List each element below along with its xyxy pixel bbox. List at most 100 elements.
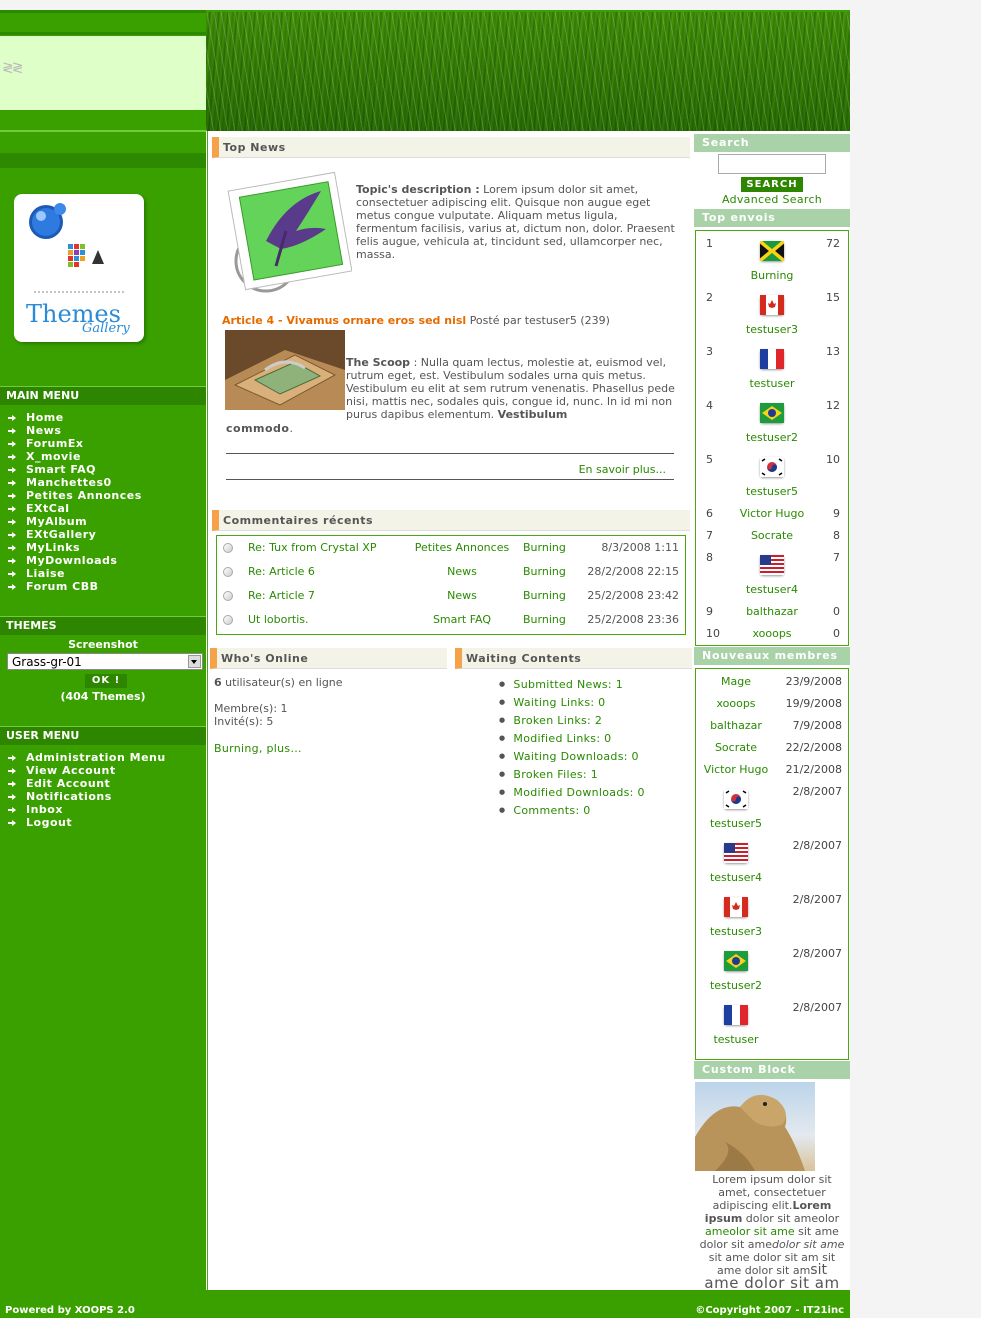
member-date: 2/8/2007 (792, 839, 842, 852)
user-menu-item-label: Administration Menu (26, 751, 166, 764)
scoop-end: commodo. (226, 422, 294, 435)
arrow-icon (8, 440, 18, 448)
arrow-icon (8, 505, 18, 513)
main-menu-item[interactable]: Petites Annonces (8, 489, 142, 502)
main-menu-item[interactable]: MyDownloads (8, 554, 142, 567)
main-menu-item[interactable]: Home (8, 411, 142, 424)
online-users-link[interactable]: Burning, plus... (214, 742, 302, 755)
member-name-link[interactable]: testuser2 (696, 979, 776, 992)
member-name-link[interactable]: Victor Hugo (696, 763, 776, 776)
poster-name-link[interactable]: testuser3 (696, 323, 848, 336)
main-menu-item[interactable]: News (8, 424, 142, 437)
member-name-link[interactable]: Mage (696, 675, 776, 688)
waiting-item[interactable]: Comments: 0 (499, 801, 645, 819)
member-date: 23/9/2008 (785, 675, 842, 688)
member-date: 19/9/2008 (785, 697, 842, 710)
member-name-link[interactable]: testuser (696, 1033, 776, 1046)
main-menu-item[interactable]: Forum CBB (8, 580, 142, 593)
main-menu-item[interactable]: MyAlbum (8, 515, 142, 528)
arrow-icon (8, 557, 18, 565)
poster-count: 13 (826, 345, 840, 358)
ok-button[interactable]: OK ! (85, 674, 127, 688)
comment-title-link[interactable]: Ut lobortis. (248, 613, 308, 626)
search-button[interactable]: SEARCH (741, 177, 803, 192)
top-poster-row: 9 0 balthazar (696, 599, 848, 621)
top-news-title: Top News (212, 137, 690, 158)
waiting-item[interactable]: Modified Downloads: 0 (499, 783, 645, 801)
poster-name-link[interactable]: Victor Hugo (696, 507, 848, 520)
arrow-icon (8, 544, 18, 552)
comment-module-link[interactable]: Smart FAQ (412, 613, 512, 626)
user-menu-item[interactable]: Logout (8, 816, 166, 829)
new-member-row: 2/8/2007 testuser (696, 995, 848, 1049)
member-name-link[interactable]: testuser4 (696, 871, 776, 884)
screenshot-link[interactable]: Screenshot (0, 638, 206, 651)
main-menu-item[interactable]: MyLinks (8, 541, 142, 554)
scoop-text: The Scoop : Nulla quam lectus, molestie … (346, 356, 681, 421)
advanced-search-link[interactable]: Advanced Search (694, 193, 850, 206)
waiting-item[interactable]: Modified Links: 0 (499, 729, 645, 747)
comment-title-link[interactable]: Re: Article 6 (248, 565, 315, 578)
comment-user-link[interactable]: Burning (523, 565, 566, 578)
user-menu-item[interactable]: Administration Menu (8, 751, 166, 764)
poster-name-link[interactable]: testuser5 (696, 485, 848, 498)
article-title-link[interactable]: Article 4 - Vivamus ornare eros sed nisl (222, 314, 466, 327)
arrow-icon (8, 531, 18, 539)
arrow-icon (8, 819, 18, 827)
poster-name-link[interactable]: testuser4 (696, 583, 848, 596)
arrow-icon (8, 466, 18, 474)
user-menu-item[interactable]: View Account (8, 764, 166, 777)
poster-name-link[interactable]: testuser (696, 377, 848, 390)
member-name-link[interactable]: Socrate (696, 741, 776, 754)
user-menu-item-label: Edit Account (26, 777, 111, 790)
bullet-icon (223, 615, 233, 625)
waiting-item[interactable]: Submitted News: 1 (499, 675, 645, 693)
themes-gallery-logo[interactable]: Themes Gallery (14, 194, 144, 342)
member-name-link[interactable]: xooops (696, 697, 776, 710)
user-menu-item[interactable]: Notifications (8, 790, 166, 803)
comment-user-link[interactable]: Burning (523, 541, 566, 554)
main-menu-item[interactable]: X_movie (8, 450, 142, 463)
waiting-item[interactable]: Broken Links: 2 (499, 711, 645, 729)
waiting-item[interactable]: Broken Files: 1 (499, 765, 645, 783)
user-menu-item[interactable]: Edit Account (8, 777, 166, 790)
poster-name-link[interactable]: Socrate (696, 529, 848, 542)
poster-name-link[interactable]: balthazar (696, 605, 848, 618)
member-name-link[interactable]: testuser3 (696, 925, 776, 938)
bullet-icon (223, 567, 233, 577)
flag-brazil-icon (760, 403, 784, 423)
comment-module-link[interactable]: News (412, 589, 512, 602)
comment-title-link[interactable]: Re: Article 7 (248, 589, 315, 602)
comment-module-link[interactable]: Petites Annonces (412, 541, 512, 554)
top-posters-list: 1 72 Burning 2 15 testuser3 3 13 testuser 4 12 test… (695, 230, 849, 646)
poster-name-link[interactable]: xooops (696, 627, 848, 640)
theme-select[interactable]: Grass-gr-01 (7, 653, 203, 670)
arrow-icon (8, 793, 18, 801)
comment-user-link[interactable]: Burning (523, 589, 566, 602)
waiting-item[interactable]: Waiting Links: 0 (499, 693, 645, 711)
comment-module-link[interactable]: News (412, 565, 512, 578)
top-poster-row: 3 13 testuser (696, 339, 848, 393)
member-name-link[interactable]: testuser5 (696, 817, 776, 830)
camel-image (695, 1082, 815, 1171)
main-menu-item[interactable]: EXtGallery (8, 528, 142, 541)
comment-user-link[interactable]: Burning (523, 613, 566, 626)
scoop-label: The Scoop (346, 356, 411, 369)
member-name-link[interactable]: balthazar (696, 719, 776, 732)
user-menu-title: USER MENU (0, 726, 206, 745)
search-input[interactable] (718, 154, 826, 174)
poster-name-link[interactable]: Burning (696, 269, 848, 282)
waiting-item[interactable]: Waiting Downloads: 0 (499, 747, 645, 765)
main-menu-item[interactable]: ForumEx (8, 437, 142, 450)
main-menu-item[interactable]: Liaise (8, 567, 142, 580)
main-menu-item[interactable]: EXtCal (8, 502, 142, 515)
comment-title-link[interactable]: Re: Tux from Crystal XP (248, 541, 376, 554)
read-more-link[interactable]: En savoir plus... (579, 463, 666, 476)
poster-name-link[interactable]: testuser2 (696, 431, 848, 444)
main-menu-item[interactable]: Manchettes0 (8, 476, 142, 489)
new-member-row: 19/9/2008 xooops (696, 691, 848, 713)
user-menu-item[interactable]: Inbox (8, 803, 166, 816)
main-menu-item[interactable]: Smart FAQ (8, 463, 142, 476)
chevron-down-icon[interactable] (188, 655, 201, 668)
svg-text:Gallery: Gallery (82, 321, 130, 336)
